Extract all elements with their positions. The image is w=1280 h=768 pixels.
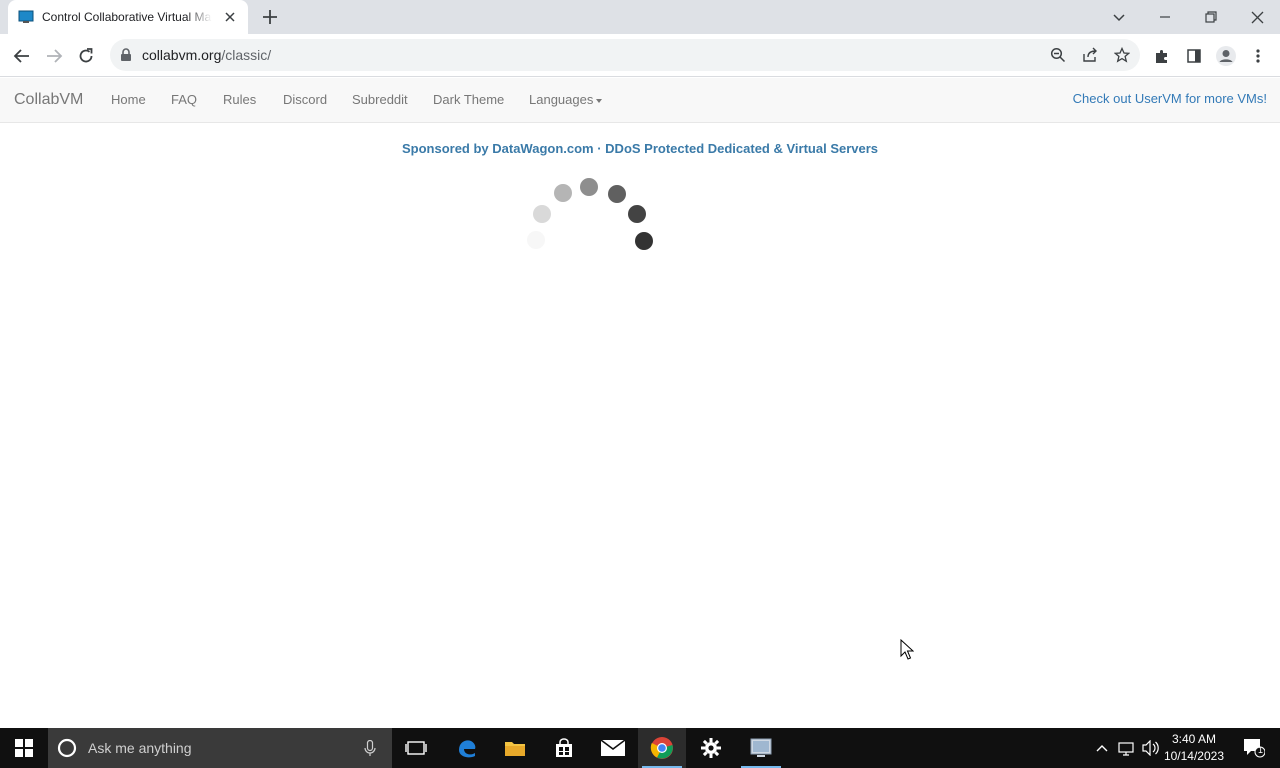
remote-app-icon[interactable] [737,728,785,768]
loading-spinner-icon [527,178,653,250]
nav-dark-theme-link[interactable]: Dark Theme [433,92,504,107]
caret-down-icon [596,98,603,103]
windows-taskbar: Ask me anything 3:40 AM 10/14/2023 1 [0,728,1280,768]
taskbar-search-box[interactable]: Ask me anything [48,728,392,768]
profile-avatar-icon[interactable] [1214,44,1238,68]
task-view-icon[interactable] [392,728,440,768]
browser-menu-icon[interactable] [1246,44,1270,68]
browser-toolbar: collabvm.org/classic/ [0,34,1280,77]
zoom-icon[interactable] [1046,43,1070,67]
show-hidden-icons-chevron-icon[interactable] [1090,728,1114,768]
browser-tab-strip: Control Collaborative Virtual Machines [0,0,1280,34]
side-panel-icon[interactable] [1182,44,1206,68]
start-windows-icon[interactable] [0,728,48,768]
store-bag-icon[interactable] [540,728,588,768]
brand-logo-text[interactable]: CollabVM [14,91,83,109]
edge-browser-icon[interactable] [443,728,491,768]
address-bar[interactable]: collabvm.org/classic/ [110,39,1140,71]
tab-title: Control Collaborative Virtual Machines [42,10,212,24]
url-domain: collabvm.org [142,47,222,63]
languages-dropdown[interactable]: Languages [529,92,603,107]
tab-search-chevron-icon[interactable] [1096,0,1142,34]
taskbar-clock[interactable]: 3:40 AM 10/14/2023 [1164,731,1224,765]
back-arrow-icon[interactable] [10,44,34,68]
mouse-cursor-icon [900,639,914,660]
reload-icon[interactable] [74,44,98,68]
nav-rules-link[interactable]: Rules [223,92,256,107]
close-tab-icon[interactable] [222,9,238,25]
bookmark-star-icon[interactable] [1110,43,1134,67]
notification-count: 1 [1258,745,1264,755]
volume-speaker-icon[interactable] [1138,728,1164,768]
clock-date: 10/14/2023 [1163,749,1224,763]
file-explorer-icon[interactable] [491,728,539,768]
nav-subreddit-link[interactable]: Subreddit [352,92,408,107]
browser-tab[interactable]: Control Collaborative Virtual Machines [8,0,248,34]
sponsor-link[interactable]: Sponsored by DataWagon.com · DDoS Protec… [0,141,1280,156]
action-center-notification-icon[interactable]: 1 [1230,728,1278,768]
site-navbar: CollabVM Home FAQ Rules Discord Subreddi… [0,78,1280,123]
new-tab-icon[interactable] [260,7,280,27]
url-path: /classic/ [221,47,272,63]
uservm-link[interactable]: Check out UserVM for more VMs! [1073,91,1267,106]
extensions-puzzle-icon[interactable] [1150,44,1174,68]
chrome-browser-icon[interactable] [638,728,686,768]
nav-faq-link[interactable]: FAQ [171,92,197,107]
cortana-circle-icon [57,738,77,758]
mail-envelope-icon[interactable] [589,728,637,768]
restore-window-icon[interactable] [1188,0,1234,34]
network-icon[interactable] [1114,728,1138,768]
close-window-icon[interactable] [1234,0,1280,34]
microphone-icon[interactable] [364,740,376,757]
languages-label: Languages [529,92,594,107]
clock-time: 3:40 AM [1171,732,1216,746]
nav-discord-link[interactable]: Discord [283,92,327,107]
search-placeholder: Ask me anything [88,740,192,756]
nav-home-link[interactable]: Home [111,92,146,107]
settings-gear-icon[interactable] [687,728,735,768]
minimize-window-icon[interactable] [1142,0,1188,34]
lock-icon[interactable] [120,48,132,62]
forward-arrow-icon[interactable] [42,44,66,68]
share-icon[interactable] [1078,43,1102,67]
url-text[interactable]: collabvm.org/classic/ [142,47,271,63]
monitor-favicon-icon [18,10,34,23]
